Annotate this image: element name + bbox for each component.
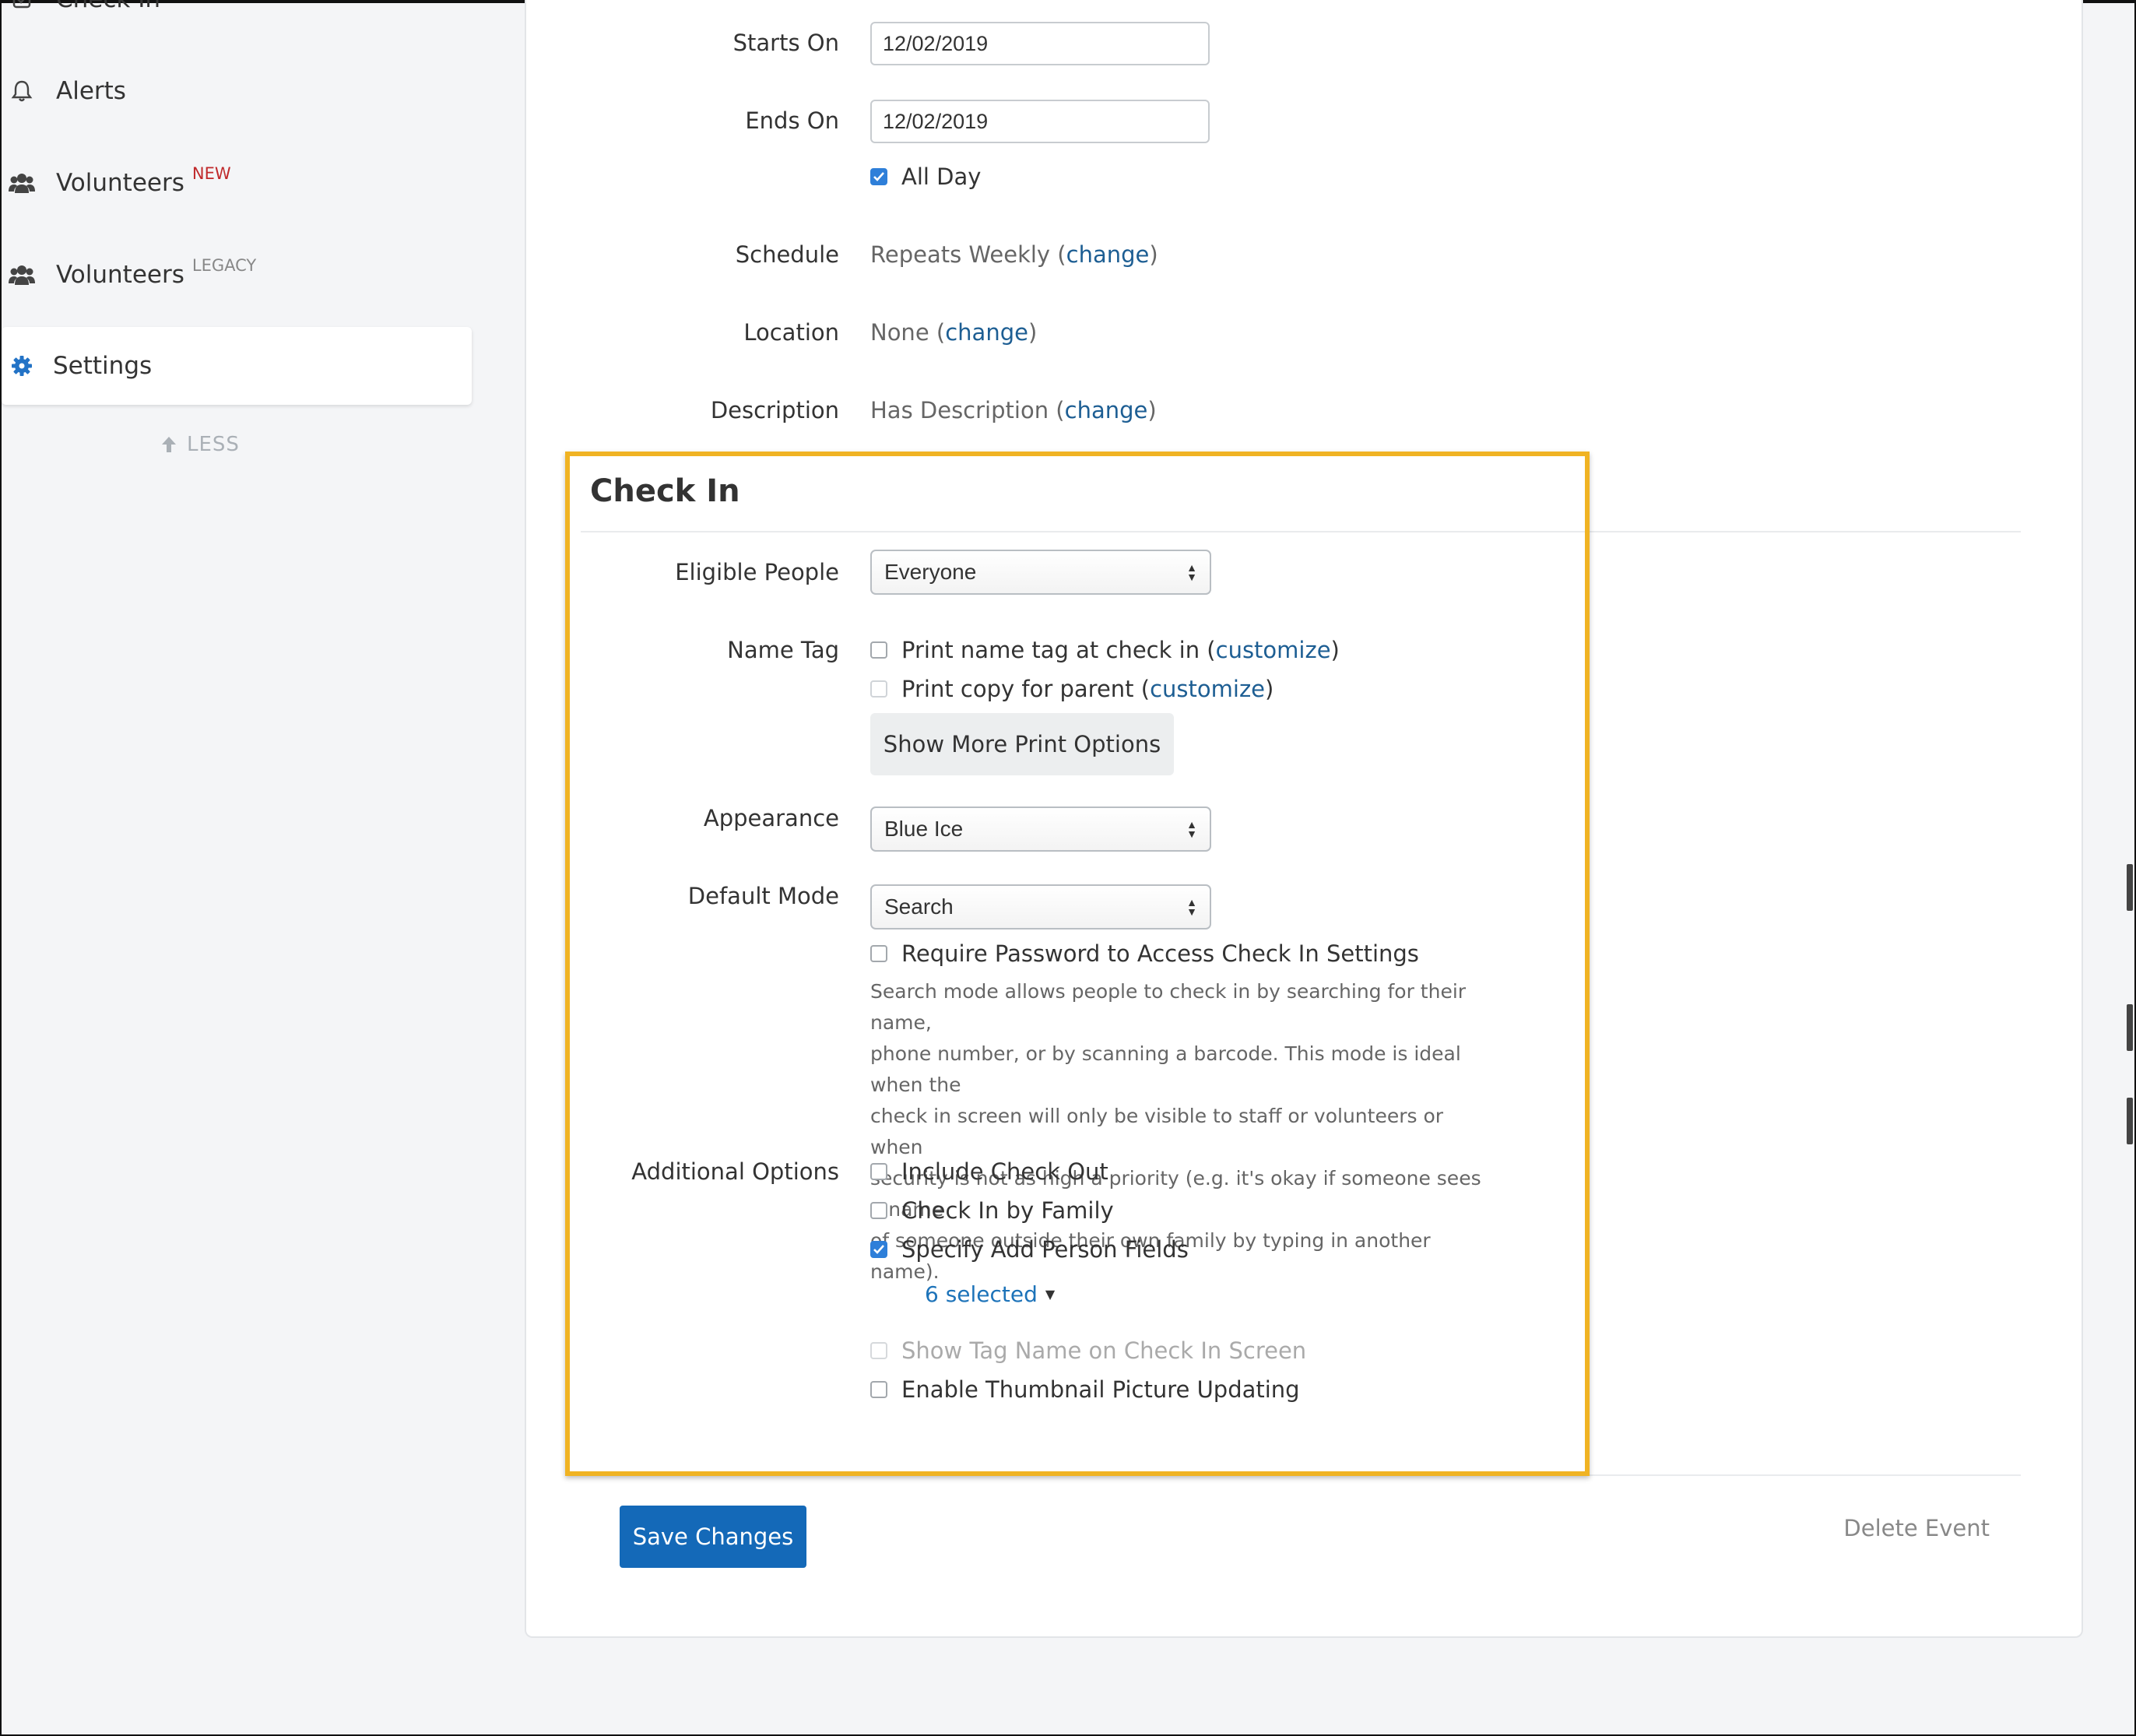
help-line: check in screen will only be visible to … <box>870 1105 1444 1158</box>
checkbox-unchecked-icon <box>870 1163 887 1180</box>
sidebar-item-label: Volunteers <box>56 169 184 197</box>
scrollbar-mark <box>2127 864 2133 911</box>
add-person-fields-dropdown[interactable]: 6 selected ▼ <box>925 1281 1055 1307</box>
checkbox-unchecked-icon <box>870 945 887 962</box>
include-check-out-checkbox[interactable]: Include Check Out <box>870 1158 1108 1185</box>
delete-event-link[interactable]: Delete Event <box>1843 1515 1990 1541</box>
require-password-checkbox[interactable]: Require Password to Access Check In Sett… <box>870 940 1419 967</box>
enable-thumbnail-updating-label: Enable Thumbnail Picture Updating <box>901 1376 1300 1403</box>
event-settings-card: Starts On 12/02/2019 Ends On 12/02/2019 … <box>525 0 2083 1638</box>
location-change-link[interactable]: change <box>945 319 1028 346</box>
schedule-value: Repeats Weekly (change) <box>870 241 1158 268</box>
all-day-checkbox[interactable]: All Day <box>870 163 981 190</box>
schedule-label: Schedule <box>735 241 839 268</box>
sidebar-item-volunteers-new[interactable]: Volunteers NEW <box>2 156 231 210</box>
specify-add-person-fields-label: Specify Add Person Fields <box>901 1236 1189 1263</box>
checkbox-unchecked-icon <box>870 1381 887 1398</box>
sidebar-item-label: Volunteers <box>56 261 184 289</box>
gear-icon <box>8 352 36 380</box>
show-tag-name-label: Show Tag Name on Check In Screen <box>901 1337 1307 1364</box>
less-toggle[interactable]: LESS <box>160 433 240 456</box>
sidebar-item-volunteers-legacy[interactable]: Volunteers LEGACY <box>2 248 256 302</box>
checkbox-disabled-icon <box>870 1342 887 1359</box>
enable-thumbnail-updating-checkbox[interactable]: Enable Thumbnail Picture Updating <box>870 1376 1300 1403</box>
appearance-value: Blue Ice <box>884 817 964 841</box>
section-divider <box>581 531 2021 532</box>
checkbox-checked-icon <box>870 168 887 185</box>
location-text: None <box>870 319 929 346</box>
check-in-by-family-label: Check In by Family <box>901 1197 1114 1224</box>
sidebar: Check In Alerts Volunteers NEW Volunteer… <box>2 0 508 1734</box>
schedule-change-link[interactable]: change <box>1066 241 1150 268</box>
checkbox-unchecked-icon <box>870 1202 887 1219</box>
check-in-icon <box>8 0 36 13</box>
default-mode-select[interactable]: Search ▲ ▼ <box>870 884 1211 929</box>
print-parent-copy-label: Print copy for parent <box>901 676 1134 702</box>
scrollbar-mark <box>2127 1098 2133 1144</box>
select-caret-icon: ▲ ▼ <box>1186 561 1197 583</box>
print-tag-customize-link[interactable]: customize <box>1216 637 1331 663</box>
arrow-up-icon <box>160 435 177 454</box>
help-line: phone number, or by scanning a barcode. … <box>870 1042 1461 1096</box>
checkbox-unchecked-icon <box>870 680 887 698</box>
schedule-text: Repeats Weekly <box>870 241 1051 268</box>
print-name-tag-label: Print name tag at check in <box>901 637 1200 663</box>
ends-on-input[interactable]: 12/02/2019 <box>870 100 1210 143</box>
save-changes-button[interactable]: Save Changes <box>620 1506 806 1568</box>
eligible-people-select[interactable]: Everyone ▲ ▼ <box>870 550 1211 595</box>
dropdown-selected-count: 6 selected <box>925 1281 1038 1307</box>
new-badge: NEW <box>191 164 231 183</box>
ends-on-label: Ends On <box>745 107 839 134</box>
less-label: LESS <box>187 433 240 456</box>
description-change-link[interactable]: change <box>1065 397 1148 423</box>
show-tag-name-checkbox[interactable]: Show Tag Name on Check In Screen <box>870 1337 1306 1364</box>
print-parent-customize-link[interactable]: customize <box>1150 676 1265 702</box>
sidebar-item-check-in[interactable]: Check In <box>2 0 160 26</box>
select-caret-icon: ▲ ▼ <box>1186 818 1197 840</box>
require-password-label: Require Password to Access Check In Sett… <box>901 940 1419 967</box>
default-mode-label: Default Mode <box>687 883 839 909</box>
all-day-label: All Day <box>901 163 982 190</box>
eligible-people-value: Everyone <box>884 560 977 584</box>
description-label: Description <box>710 397 839 423</box>
section-title-check-in: Check In <box>590 473 740 509</box>
checkbox-checked-icon <box>870 1241 887 1258</box>
sidebar-item-label: Alerts <box>56 77 126 105</box>
additional-options-label: Additional Options <box>631 1158 839 1185</box>
help-line: Search mode allows people to check in by… <box>870 980 1467 1034</box>
appearance-select[interactable]: Blue Ice ▲ ▼ <box>870 807 1211 852</box>
checkbox-unchecked-icon <box>870 641 887 659</box>
appearance-label: Appearance <box>703 805 839 831</box>
sidebar-item-label: Check In <box>56 0 160 13</box>
check-in-by-family-checkbox[interactable]: Check In by Family <box>870 1197 1114 1224</box>
sidebar-item-settings[interactable]: Settings <box>2 327 472 405</box>
location-label: Location <box>743 319 839 346</box>
name-tag-label: Name Tag <box>727 637 839 663</box>
select-caret-icon: ▲ ▼ <box>1186 896 1197 918</box>
caret-down-icon: ▼ <box>1045 1287 1056 1302</box>
footer-divider <box>581 1474 2021 1476</box>
location-value: None (change) <box>870 319 1038 346</box>
starts-on-label: Starts On <box>732 30 839 56</box>
specify-add-person-fields-checkbox[interactable]: Specify Add Person Fields <box>870 1236 1189 1263</box>
print-name-tag-checkbox[interactable]: Print name tag at check in (customize) <box>870 637 1340 663</box>
description-text: Has Description <box>870 397 1049 423</box>
include-check-out-label: Include Check Out <box>901 1158 1108 1185</box>
print-parent-copy-checkbox[interactable]: Print copy for parent (customize) <box>870 676 1274 702</box>
sidebar-item-label: Settings <box>53 352 153 380</box>
legacy-badge: LEGACY <box>191 256 257 275</box>
people-icon <box>8 169 36 197</box>
starts-on-input[interactable]: 12/02/2019 <box>870 22 1210 65</box>
bell-icon <box>8 77 36 105</box>
people-icon <box>8 261 36 289</box>
sidebar-item-alerts[interactable]: Alerts <box>2 64 126 118</box>
eligible-people-label: Eligible People <box>675 559 839 585</box>
default-mode-value: Search <box>884 894 954 919</box>
show-more-print-options-button[interactable]: Show More Print Options <box>870 713 1174 775</box>
scrollbar-mark <box>2127 1004 2133 1051</box>
description-value: Has Description (change) <box>870 397 1157 423</box>
